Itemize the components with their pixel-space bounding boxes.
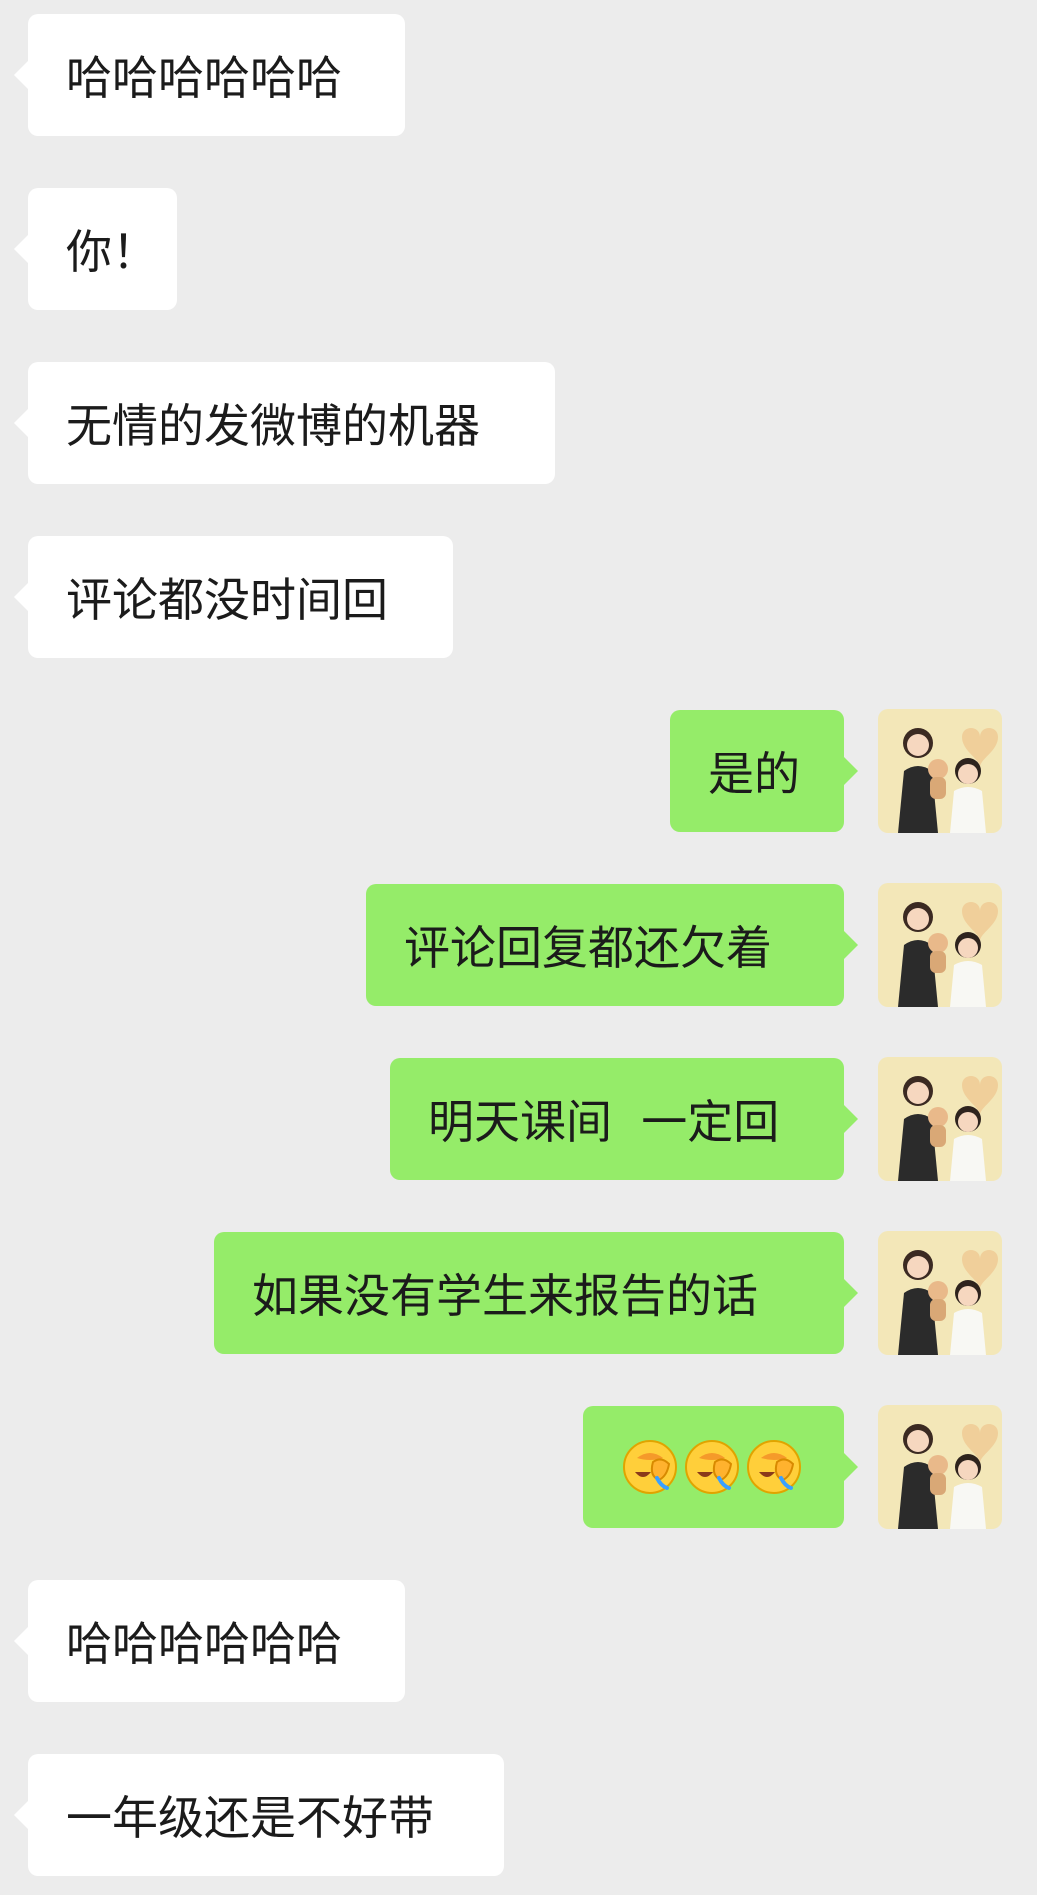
couple-avatar-icon (878, 709, 1002, 833)
message-text: 哈哈哈哈哈哈 (66, 51, 342, 105)
message-text: 明天课间 一定回 (428, 1095, 780, 1149)
couple-avatar-icon (878, 1405, 1002, 1529)
outgoing-message-bubble[interactable]: 如果没有学生来报告的话 (214, 1232, 858, 1354)
incoming-message-bubble[interactable]: 哈哈哈哈哈哈 (14, 14, 405, 136)
couple-avatar-icon (878, 1231, 1002, 1355)
couple-avatar-icon (878, 1057, 1002, 1181)
message-text: 是的 (708, 747, 800, 801)
avatar[interactable] (878, 1231, 1002, 1355)
outgoing-message-bubble[interactable]: 明天课间 一定回 (390, 1058, 858, 1180)
incoming-message-bubble[interactable]: 评论都没时间回 (14, 536, 453, 658)
incoming-message-bubble[interactable]: 一年级还是不好带 (14, 1754, 504, 1876)
outgoing-message-bubble[interactable] (583, 1406, 858, 1528)
facepalm-emoji-icon (745, 1438, 803, 1496)
outgoing-message-bubble[interactable]: 是的 (670, 710, 858, 832)
message-text: 如果没有学生来报告的话 (252, 1269, 758, 1323)
message-text: 你！ (66, 225, 158, 279)
incoming-message-bubble[interactable]: 哈哈哈哈哈哈 (14, 1580, 405, 1702)
facepalm-emoji-icon (621, 1438, 679, 1496)
avatar[interactable] (878, 709, 1002, 833)
message-text: 评论都没时间回 (66, 573, 388, 627)
message-text: 评论回复都还欠着 (404, 921, 772, 975)
avatar[interactable] (878, 1405, 1002, 1529)
avatar[interactable] (878, 883, 1002, 1007)
outgoing-message-bubble[interactable]: 评论回复都还欠着 (366, 884, 858, 1006)
incoming-message-bubble[interactable]: 无情的发微博的机器 (14, 362, 555, 484)
message-text: 无情的发微博的机器 (66, 399, 480, 453)
incoming-message-bubble[interactable]: 你！ (14, 188, 177, 310)
facepalm-emoji-icon (683, 1438, 741, 1496)
message-text: 一年级还是不好带 (66, 1791, 434, 1845)
avatar[interactable] (878, 1057, 1002, 1181)
couple-avatar-icon (878, 883, 1002, 1007)
message-text: 哈哈哈哈哈哈 (66, 1617, 342, 1671)
